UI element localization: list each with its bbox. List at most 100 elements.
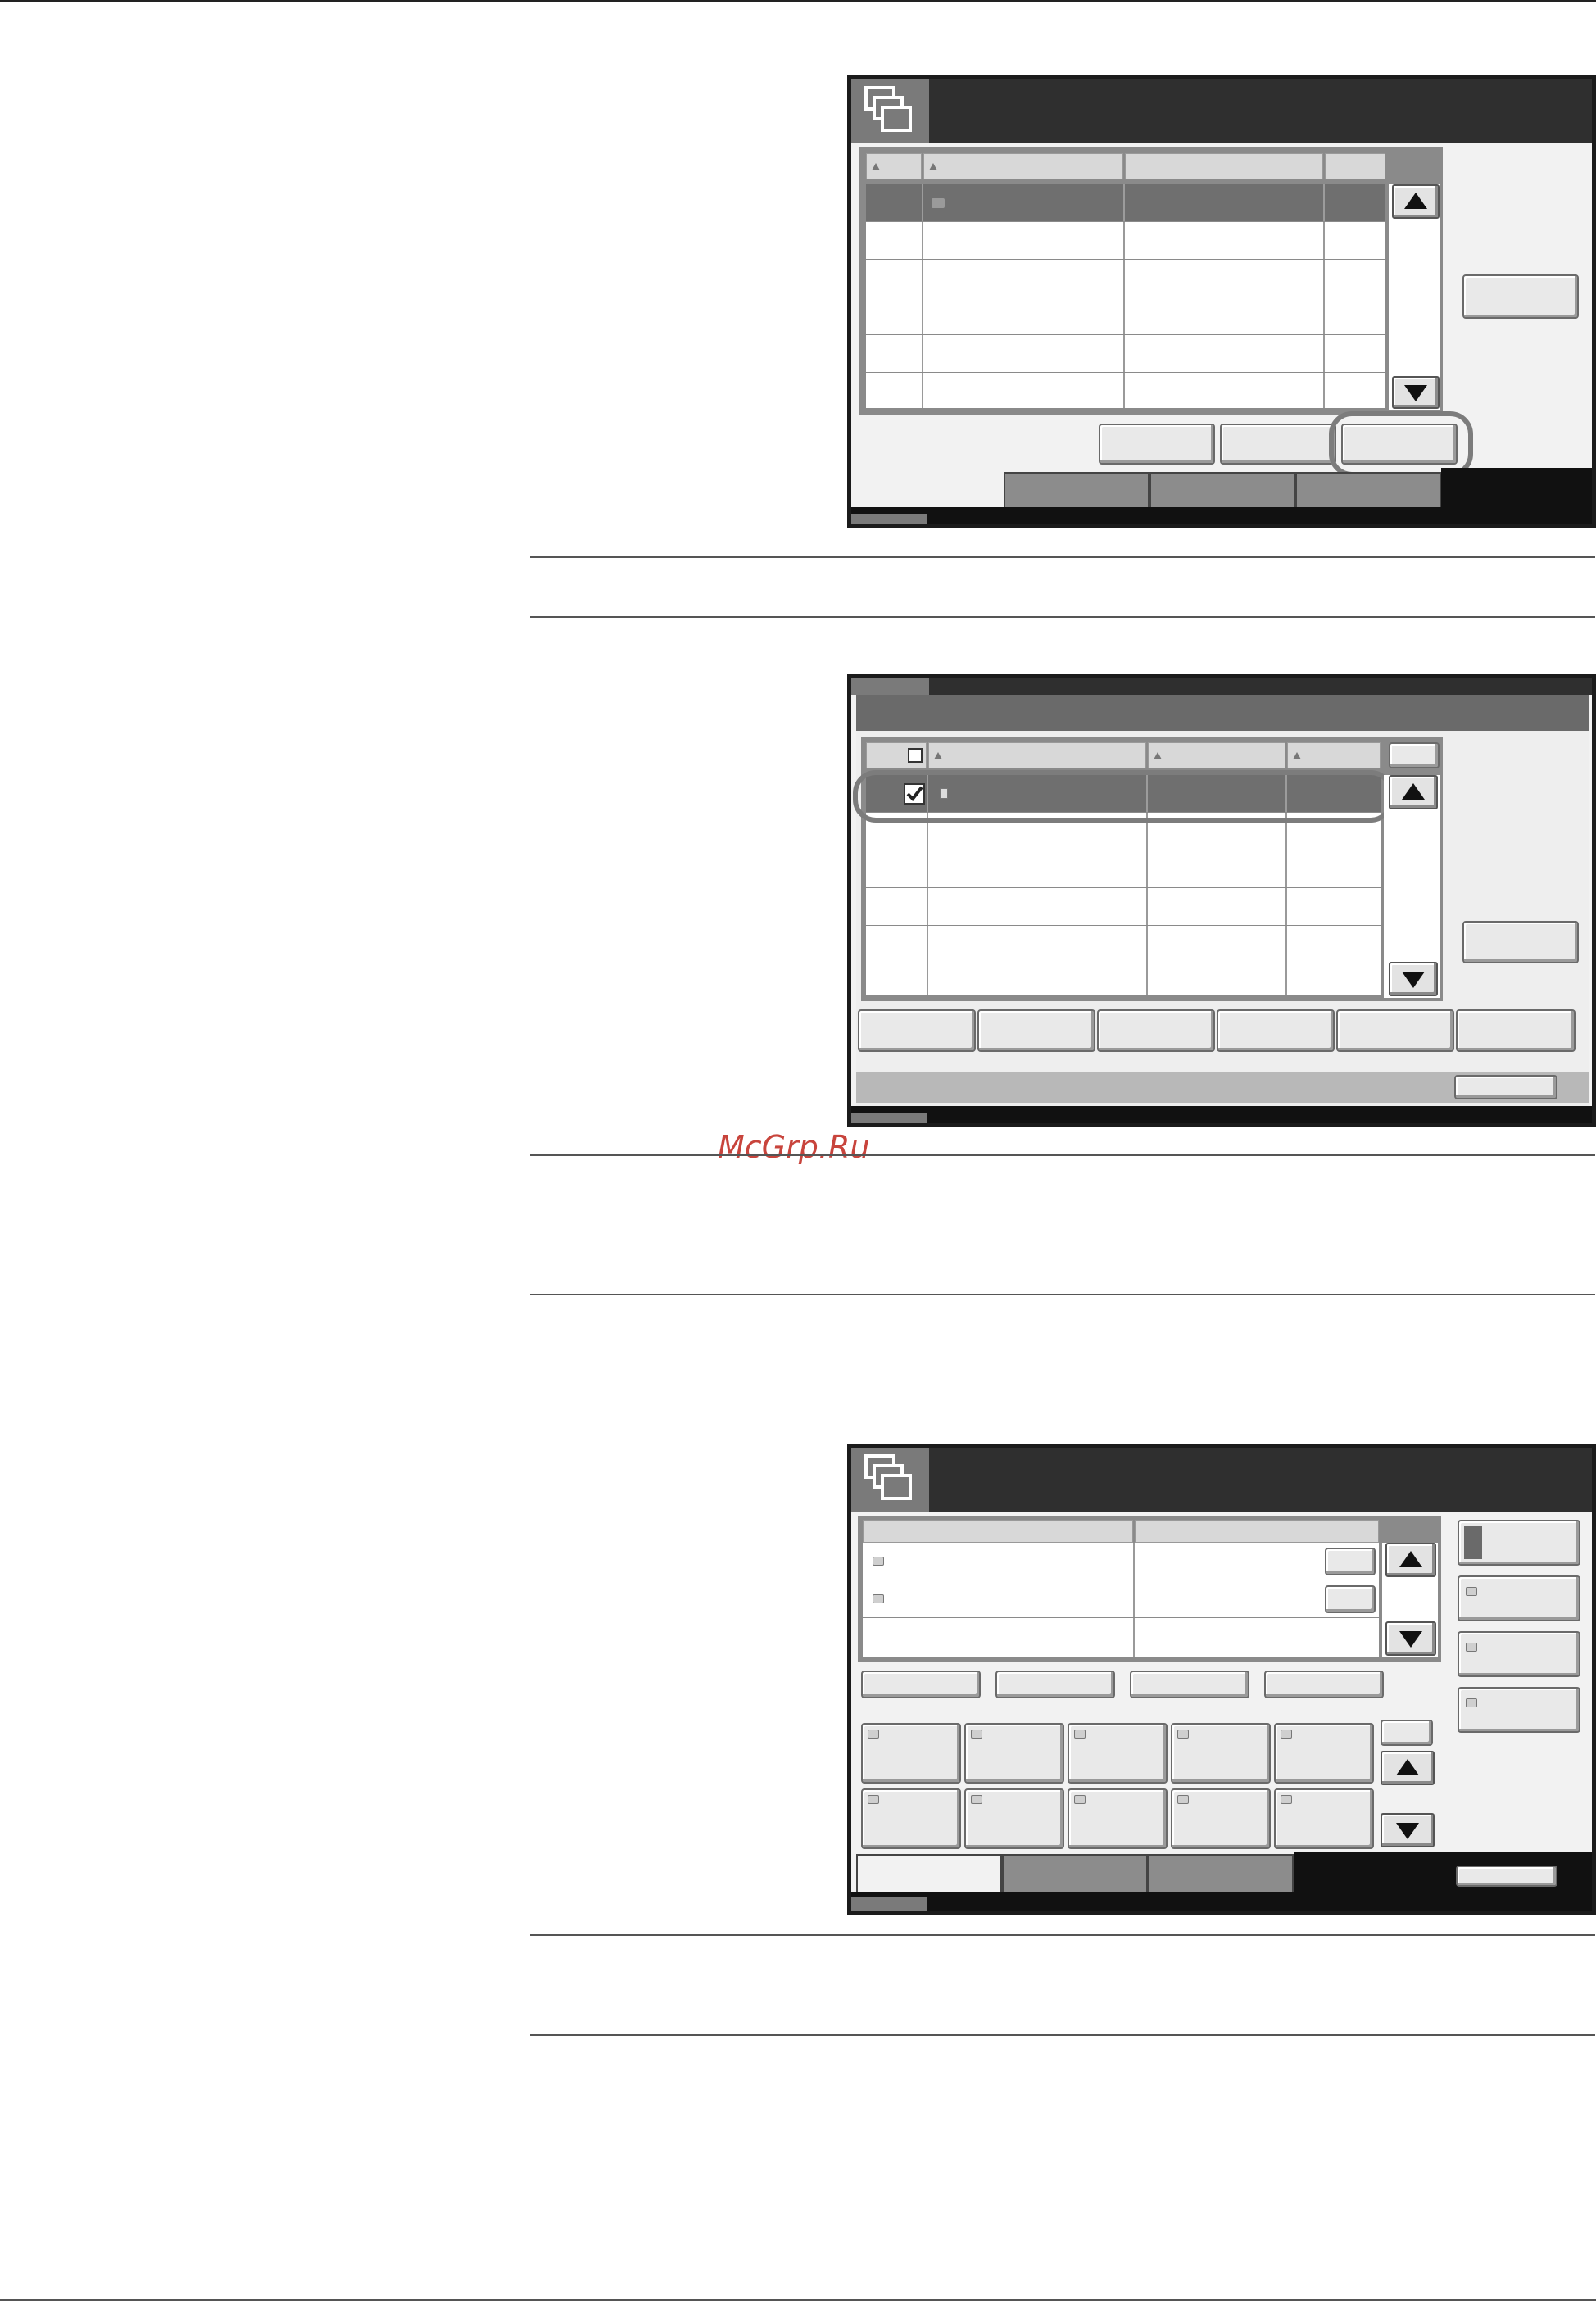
tab-destination[interactable]: [856, 1854, 1002, 1892]
table-row[interactable]: [866, 184, 1385, 222]
scroll-up-button[interactable]: [1385, 1543, 1436, 1577]
column-header-select-all[interactable]: [866, 742, 927, 768]
sort-icon: [934, 752, 942, 759]
table-row[interactable]: [866, 260, 1385, 297]
sort-icon: [1154, 752, 1162, 759]
action-button-6[interactable]: [1456, 1009, 1576, 1052]
screen-document-list: [847, 674, 1596, 1127]
column-header-number[interactable]: [866, 153, 922, 179]
tab-3[interactable]: [1148, 1854, 1294, 1892]
one-touch-key[interactable]: [1171, 1788, 1271, 1849]
one-touch-key[interactable]: [964, 1788, 1064, 1849]
side-action-button[interactable]: [1462, 921, 1579, 963]
action-button-3[interactable]: [1097, 1009, 1215, 1052]
status-bar: [851, 1106, 1592, 1123]
folder-icon: [932, 198, 945, 208]
email-entry-button[interactable]: [1458, 1575, 1580, 1621]
table-row[interactable]: [866, 963, 1381, 996]
one-touch-key[interactable]: [861, 1788, 961, 1849]
side-action-button[interactable]: [1462, 274, 1579, 319]
action-button-2[interactable]: [977, 1009, 1095, 1052]
highlight-callout: [853, 770, 1394, 823]
column-header-date[interactable]: [1148, 742, 1285, 768]
table-row[interactable]: [866, 335, 1385, 373]
one-touch-key[interactable]: [861, 1723, 961, 1784]
table-row[interactable]: [866, 888, 1381, 926]
table-row[interactable]: [866, 297, 1385, 335]
column-header-file-name[interactable]: [928, 742, 1146, 768]
envelope-icon: [873, 1594, 884, 1603]
envelope-icon: [1074, 1730, 1086, 1739]
dialog-title-bar: [856, 695, 1589, 731]
column-header-size[interactable]: [1287, 742, 1381, 768]
scroll-up-button[interactable]: [1392, 184, 1440, 219]
detail-button[interactable]: [1325, 1548, 1376, 1575]
status-indicator: [851, 1897, 927, 1911]
detail-button[interactable]: [1325, 1585, 1376, 1613]
column-header-usage[interactable]: [1325, 153, 1385, 179]
column-header-destination[interactable]: [863, 1520, 1133, 1543]
scroll-down-button[interactable]: [1381, 1813, 1435, 1847]
tab-1[interactable]: [1004, 472, 1149, 510]
tool-button-4[interactable]: [1264, 1671, 1384, 1698]
address-book-button[interactable]: [1458, 1520, 1580, 1566]
status-indicator: [851, 514, 927, 524]
sort-icon: [1293, 752, 1301, 759]
scroll-down-button[interactable]: [1389, 962, 1438, 996]
action-button-5[interactable]: [1336, 1009, 1454, 1052]
tool-button-1[interactable]: [861, 1671, 981, 1698]
footer-button[interactable]: [1456, 1866, 1557, 1887]
envelope-icon: [971, 1730, 982, 1739]
stacked-folders-icon: [851, 1448, 929, 1512]
fax-entry-button[interactable]: [1458, 1687, 1580, 1733]
table-row[interactable]: [863, 1543, 1379, 1580]
tab-3[interactable]: [1295, 472, 1441, 510]
folder-address-icon: [1281, 1795, 1292, 1804]
one-touch-key[interactable]: [964, 1723, 1064, 1784]
column-header-name[interactable]: [923, 153, 1123, 179]
status-bar: [851, 1892, 1592, 1911]
one-touch-key[interactable]: [1274, 1723, 1374, 1784]
scroll-up-button[interactable]: [1381, 1751, 1435, 1785]
table-row[interactable]: [863, 1580, 1379, 1618]
screen-box-list: [847, 75, 1596, 528]
scroll-up-button[interactable]: [1389, 775, 1438, 809]
divider: [530, 1934, 1595, 1936]
view-toggle-button[interactable]: [1389, 742, 1440, 768]
envelope-icon: [1281, 1730, 1292, 1739]
tool-button-3[interactable]: [1130, 1671, 1249, 1698]
table-row[interactable]: [863, 1618, 1379, 1657]
table-row[interactable]: [866, 850, 1381, 888]
screen-destination: [847, 1444, 1596, 1915]
screen-header: [851, 79, 1592, 143]
tab-2[interactable]: [1002, 1854, 1148, 1892]
folder-address-icon: [971, 1795, 982, 1804]
sort-icon: [929, 163, 937, 170]
close-button[interactable]: [1454, 1075, 1557, 1099]
watermark: McGrp.Ru: [718, 1129, 870, 1165]
action-button-4[interactable]: [1217, 1009, 1335, 1052]
column-header-owner[interactable]: [1125, 153, 1323, 179]
scroll-down-button[interactable]: [1392, 376, 1440, 409]
tool-button-2[interactable]: [995, 1671, 1115, 1698]
triangle-up-icon: [1404, 193, 1427, 209]
table-row[interactable]: [866, 222, 1385, 260]
scroll-down-button[interactable]: [1385, 1621, 1436, 1656]
one-touch-key[interactable]: [1171, 1723, 1271, 1784]
one-touch-key[interactable]: [1068, 1788, 1168, 1849]
one-touch-key[interactable]: [1068, 1723, 1168, 1784]
highlight-callout: [1329, 411, 1473, 477]
stacked-folders-icon: [851, 79, 929, 143]
table-row[interactable]: [866, 373, 1385, 409]
triangle-up-icon: [1399, 1551, 1422, 1567]
action-button-1[interactable]: [858, 1009, 976, 1052]
table-row[interactable]: [866, 926, 1381, 963]
column-header-detail[interactable]: [1135, 1520, 1379, 1543]
envelope-icon: [868, 1730, 879, 1739]
one-touch-key[interactable]: [1274, 1788, 1374, 1849]
folder-entry-button[interactable]: [1458, 1631, 1580, 1677]
page-number-button[interactable]: [1381, 1720, 1433, 1746]
action-button-2[interactable]: [1220, 424, 1336, 465]
action-button-1[interactable]: [1099, 424, 1215, 465]
tab-2[interactable]: [1149, 472, 1295, 510]
